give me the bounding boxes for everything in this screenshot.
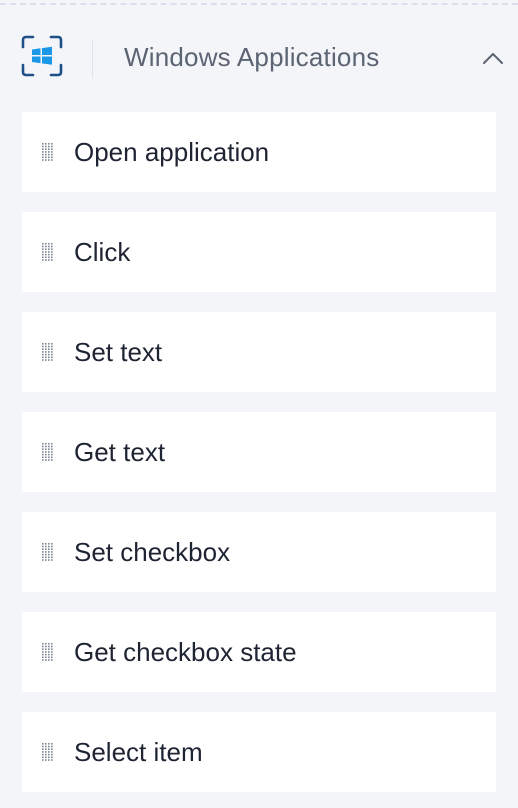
action-click[interactable]: Click	[22, 212, 496, 292]
drag-handle-icon[interactable]	[42, 643, 54, 662]
action-label: Get checkbox state	[74, 637, 297, 667]
top-divider	[0, 3, 518, 5]
action-label: Open application	[74, 137, 270, 167]
windows-app-icon	[20, 34, 64, 78]
action-label: Set text	[74, 337, 163, 367]
drag-handle-icon[interactable]	[42, 143, 54, 162]
action-label: Set checkbox	[74, 537, 231, 567]
action-set-text[interactable]: Set text	[22, 312, 496, 392]
action-get-text[interactable]: Get text	[22, 412, 496, 492]
drag-handle-icon[interactable]	[42, 443, 54, 462]
action-label: Click	[74, 237, 131, 267]
drag-handle-icon[interactable]	[42, 743, 54, 762]
action-select-item[interactable]: Select item	[22, 712, 496, 792]
action-get-checkbox-state[interactable]: Get checkbox state	[22, 612, 496, 692]
drag-handle-icon[interactable]	[42, 543, 54, 562]
drag-handle-icon[interactable]	[42, 343, 54, 362]
header-separator	[92, 40, 93, 78]
action-set-checkbox[interactable]: Set checkbox	[22, 512, 496, 592]
windows-applications-panel: Windows Applications Open application Cl…	[0, 0, 518, 808]
section-title: Windows Applications	[124, 42, 380, 72]
action-open-application[interactable]: Open application	[22, 112, 496, 192]
action-label: Get text	[74, 437, 166, 467]
drag-handle-icon[interactable]	[42, 243, 54, 262]
chevron-up-icon[interactable]	[480, 48, 506, 68]
section-header[interactable]: Windows Applications	[0, 20, 518, 100]
action-label: Select item	[74, 737, 203, 767]
